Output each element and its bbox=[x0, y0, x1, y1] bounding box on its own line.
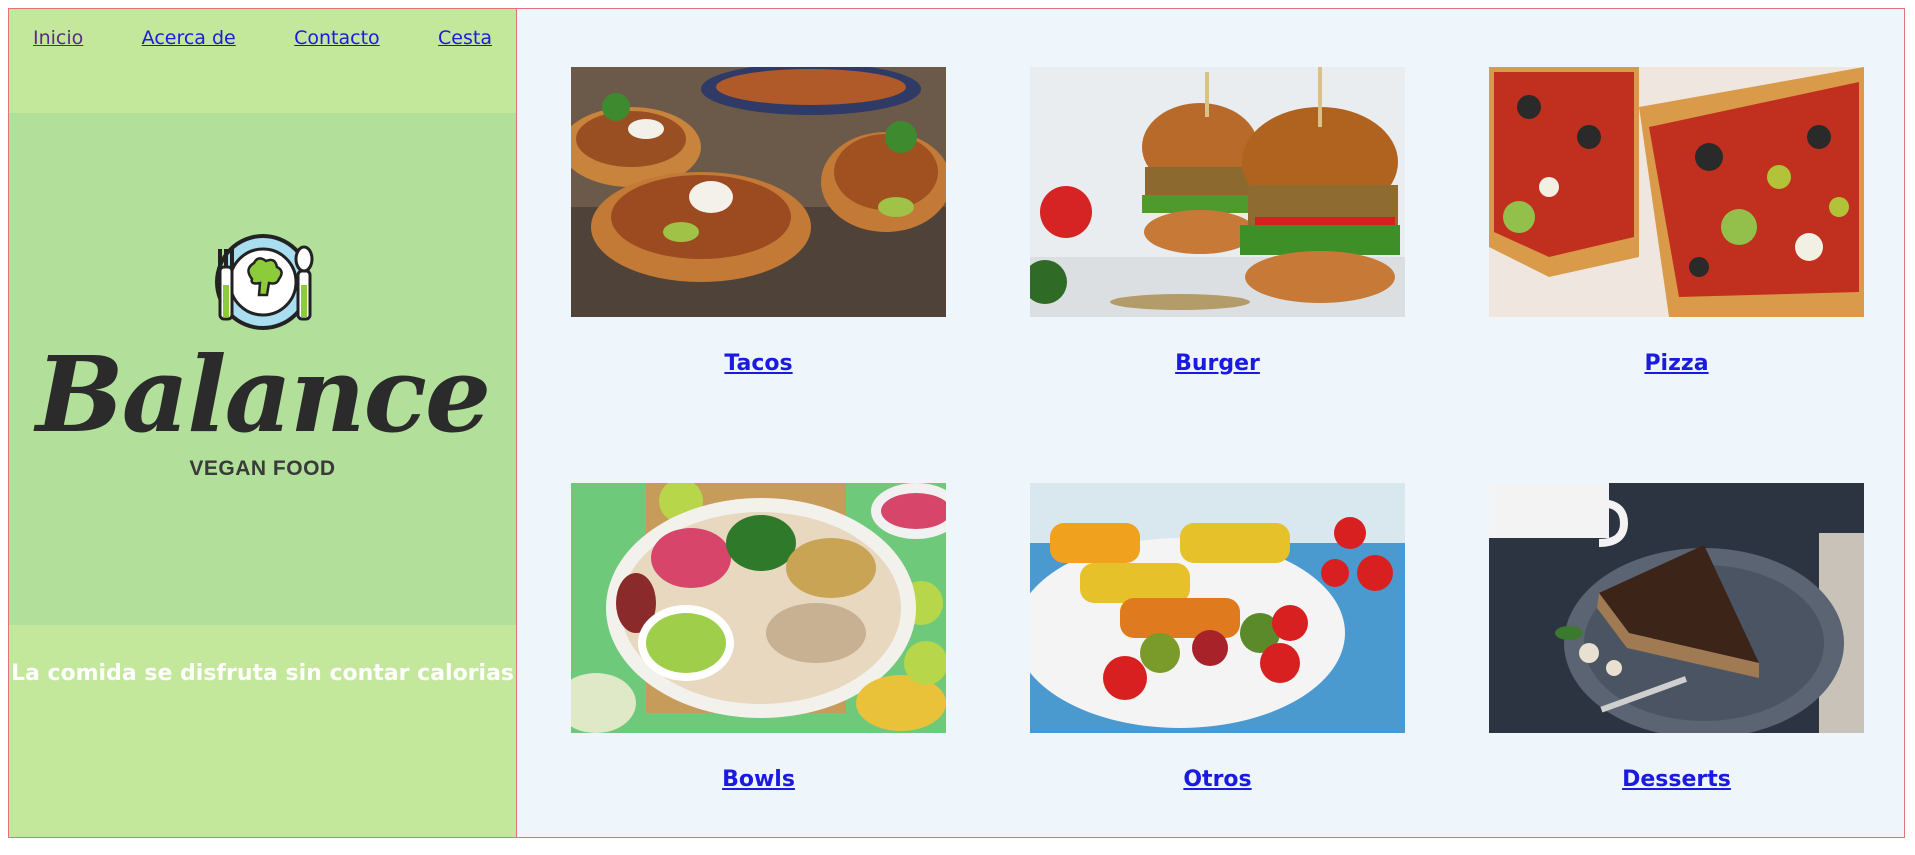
menu-link-desserts[interactable]: Desserts bbox=[1622, 767, 1731, 792]
menu-grid: Tacos Burger Pizza Bowls Otros Desserts bbox=[517, 9, 1904, 837]
tacos-photo[interactable] bbox=[571, 67, 946, 317]
menu-link-tacos[interactable]: Tacos bbox=[724, 351, 792, 376]
menu-card-pizza: Pizza bbox=[1489, 67, 1864, 376]
skewers-photo[interactable] bbox=[1030, 483, 1405, 733]
nav-link-contacto[interactable]: Contacto bbox=[294, 27, 380, 49]
burger-photo[interactable] bbox=[1030, 67, 1405, 317]
bowl-photo[interactable] bbox=[571, 483, 946, 733]
menu-link-pizza[interactable]: Pizza bbox=[1644, 351, 1708, 376]
menu-card-tacos: Tacos bbox=[571, 67, 946, 376]
brand-logo-text: Balance bbox=[35, 333, 491, 456]
pizza-photo[interactable] bbox=[1489, 67, 1864, 317]
logo-panel: Balance VEGAN FOOD bbox=[9, 113, 516, 625]
brand-subtitle: VEGAN FOOD bbox=[189, 457, 336, 480]
menu-link-bowls[interactable]: Bowls bbox=[722, 767, 795, 792]
menu-card-burger: Burger bbox=[1030, 67, 1405, 376]
plate-fork-spoon-broccoli-icon bbox=[214, 234, 313, 330]
menu-card-otros: Otros bbox=[1030, 483, 1405, 792]
tagline: La comida se disfruta sin contar caloria… bbox=[10, 661, 515, 686]
menu-card-desserts: Desserts bbox=[1489, 483, 1864, 792]
menu-link-burger[interactable]: Burger bbox=[1175, 351, 1260, 376]
sidebar: Inicio Acerca de Contacto Cesta Balance … bbox=[9, 9, 517, 837]
menu-card-bowls: Bowls bbox=[571, 483, 946, 792]
top-nav: Inicio Acerca de Contacto Cesta bbox=[9, 9, 516, 113]
menu-link-otros[interactable]: Otros bbox=[1183, 767, 1251, 792]
dessert-photo[interactable] bbox=[1489, 483, 1864, 733]
page-frame: Inicio Acerca de Contacto Cesta Balance … bbox=[8, 8, 1905, 838]
nav-link-acerca-de[interactable]: Acerca de bbox=[142, 27, 236, 49]
nav-link-cesta[interactable]: Cesta bbox=[438, 27, 492, 49]
nav-link-inicio[interactable]: Inicio bbox=[33, 27, 83, 49]
